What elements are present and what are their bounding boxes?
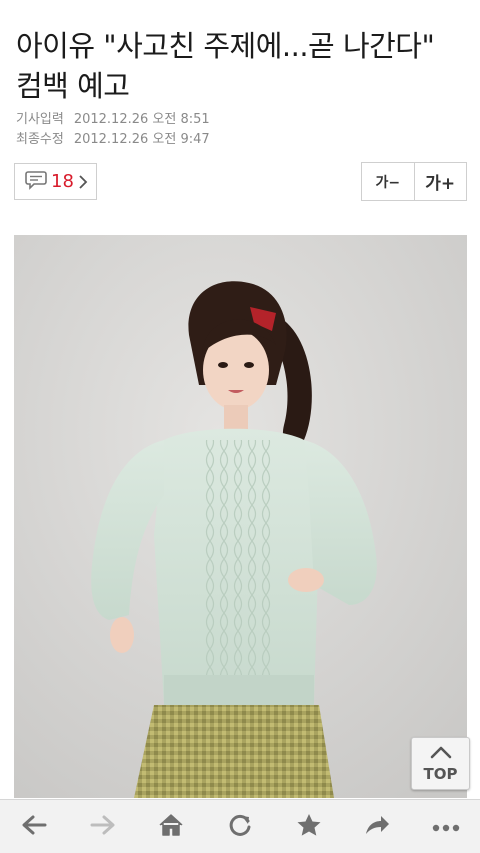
forward-button[interactable]	[78, 802, 128, 852]
published-value: 2012.12.26 오전 8:51	[73, 112, 210, 127]
published-label: 기사입력	[16, 112, 64, 127]
photo-illustration	[14, 235, 467, 798]
modified-date: 최종수정 2012.12.26 오전 9:47	[16, 128, 210, 147]
back-arrow-icon	[21, 814, 47, 840]
share-button[interactable]	[352, 802, 402, 852]
bookmark-star-icon	[296, 813, 322, 841]
home-button[interactable]	[146, 802, 196, 852]
more-button[interactable]	[421, 802, 471, 852]
more-icon	[432, 817, 460, 836]
article-headline: 아이유 "사고친 주제에...곧 나간다" 컴백 예고	[16, 29, 435, 103]
chevron-right-icon	[78, 174, 88, 190]
refresh-button[interactable]	[215, 802, 265, 852]
article-photo	[14, 235, 467, 798]
forward-arrow-icon	[90, 814, 116, 840]
comment-count: 18	[51, 171, 74, 192]
back-button[interactable]	[9, 802, 59, 852]
scroll-top-button[interactable]: TOP	[411, 737, 470, 790]
home-icon	[158, 813, 184, 841]
refresh-icon	[228, 813, 252, 841]
modified-label: 최종수정	[16, 132, 64, 147]
comment-bubble-icon	[25, 170, 47, 194]
published-date: 기사입력 2012.12.26 오전 8:51	[16, 108, 210, 127]
font-increase-button[interactable]: 가+	[413, 163, 467, 200]
comments-button[interactable]: 18	[14, 163, 97, 200]
font-decrease-button[interactable]: 가−	[362, 163, 414, 200]
modified-value: 2012.12.26 오전 9:47	[73, 132, 210, 147]
browser-toolbar	[0, 799, 480, 853]
bookmark-button[interactable]	[284, 802, 334, 852]
font-size-controls: 가− 가+	[361, 162, 467, 201]
share-icon	[364, 814, 390, 840]
chevron-up-icon	[430, 744, 452, 763]
scroll-top-label: TOP	[423, 765, 458, 783]
